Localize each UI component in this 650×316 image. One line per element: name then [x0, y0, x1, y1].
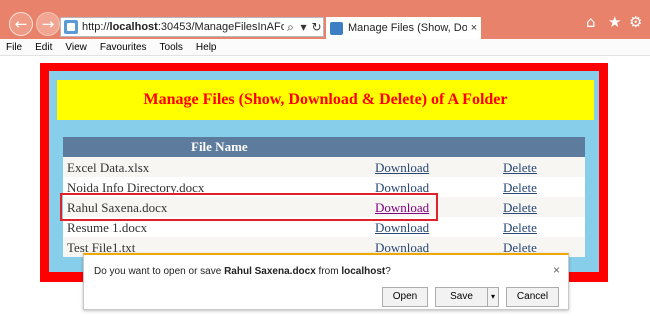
back-button[interactable]: ← — [9, 12, 33, 36]
chevron-down-icon[interactable]: ▾ — [297, 20, 310, 34]
menu-help[interactable]: Help — [196, 42, 217, 53]
browser-titlebar: ← → http://localhost:30453/ManageFilesIn… — [0, 0, 650, 39]
file-name: Excel Data.xlsx — [67, 160, 150, 175]
close-icon[interactable]: × — [553, 263, 560, 277]
menu-bar: File Edit View Favourites Tools Help — [0, 39, 650, 56]
menu-file[interactable]: File — [6, 42, 22, 53]
url-text[interactable]: http://localhost:30453/ManageFilesInAFol… — [82, 21, 284, 33]
forward-button[interactable]: → — [36, 12, 60, 36]
close-icon[interactable]: × — [467, 22, 481, 34]
arrow-right-icon: → — [41, 15, 55, 33]
delete-link[interactable]: Delete — [503, 180, 537, 196]
message-text: from — [315, 266, 342, 277]
file-name: Resume 1.docx — [67, 220, 148, 235]
home-icon[interactable]: ⌂ — [586, 13, 596, 31]
save-options-button[interactable]: ▾ — [487, 287, 499, 307]
tab-title: Manage Files (Show, Downl... — [348, 22, 467, 34]
page-title: Manage Files (Show, Download & Delete) o… — [57, 80, 594, 120]
table-row: Excel Data.xlsx Download Delete — [63, 157, 585, 177]
message-text: ? — [385, 266, 391, 277]
menu-edit[interactable]: Edit — [35, 42, 52, 53]
save-button[interactable]: Save — [435, 287, 487, 307]
gear-icon[interactable]: ⚙ — [629, 13, 642, 31]
download-link[interactable]: Download — [375, 160, 429, 176]
download-link[interactable]: Download — [375, 220, 429, 236]
url-host: localhost — [109, 21, 158, 33]
highlight-annotation — [60, 193, 438, 221]
delete-link[interactable]: Delete — [503, 200, 537, 216]
page-icon — [64, 20, 78, 34]
delete-link[interactable]: Delete — [503, 220, 537, 236]
notification-message: Do you want to open or save Rahul Saxena… — [94, 266, 391, 277]
star-icon[interactable]: ★ — [608, 13, 621, 31]
browser-tab[interactable]: Manage Files (Show, Downl... × — [326, 17, 481, 39]
chevron-down-icon: ▾ — [490, 292, 495, 301]
arrow-left-icon: ← — [14, 15, 28, 33]
table-header: File Name — [63, 137, 585, 157]
cancel-button[interactable]: Cancel — [506, 287, 559, 307]
column-header-file-name: File Name — [191, 139, 248, 154]
tab-page-icon — [330, 21, 343, 35]
url-path: :30453/ManageFilesInAFolder/Def — [157, 21, 284, 33]
message-text: Do you want to open or save — [94, 266, 225, 277]
menu-tools[interactable]: Tools — [160, 42, 183, 53]
search-icon[interactable]: ⌕ — [284, 20, 297, 35]
download-notification-bar: Do you want to open or save Rahul Saxena… — [83, 253, 569, 310]
url-prefix: http:// — [82, 21, 110, 33]
refresh-icon[interactable]: ↻ — [310, 20, 323, 34]
download-source: localhost — [341, 266, 386, 277]
menu-favourites[interactable]: Favourites — [100, 42, 147, 53]
menu-view[interactable]: View — [65, 42, 87, 53]
delete-link[interactable]: Delete — [503, 160, 537, 176]
address-bar[interactable]: http://localhost:30453/ManageFilesInAFol… — [60, 17, 324, 37]
open-button[interactable]: Open — [382, 287, 428, 307]
download-file-name: Rahul Saxena.docx — [224, 266, 316, 277]
